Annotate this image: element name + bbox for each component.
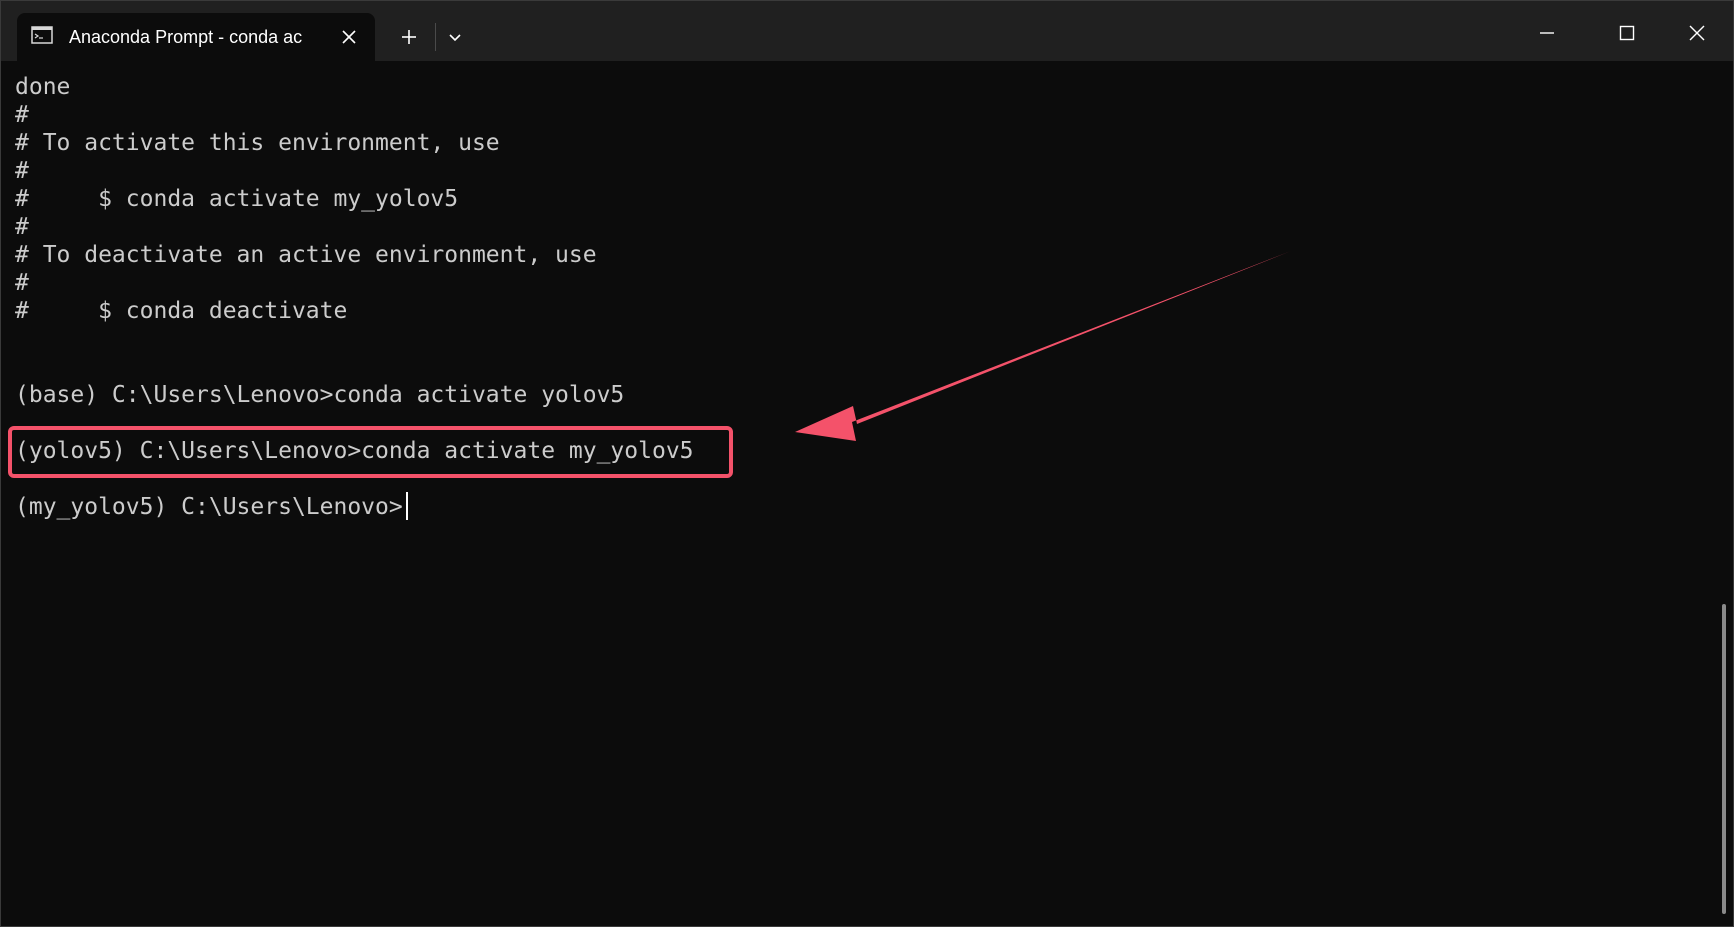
plus-icon[interactable]: [393, 21, 425, 53]
terminal-output[interactable]: done # # To activate this environment, u…: [1, 61, 1733, 926]
terminal-line: # $ conda deactivate: [15, 298, 348, 324]
tab-title: Anaconda Prompt - conda ac: [69, 27, 303, 47]
terminal-line: # To activate this environment, use: [15, 130, 500, 156]
highlight-box: [8, 426, 733, 478]
scrollbar[interactable]: [1722, 604, 1726, 914]
terminal-icon: [31, 26, 53, 44]
terminal-line: # $ conda activate my_yolov5: [15, 186, 459, 212]
close-icon[interactable]: [335, 23, 363, 51]
title-bar[interactable]: Anaconda Prompt - conda ac: [1, 1, 1733, 61]
tab-anaconda-prompt[interactable]: Anaconda Prompt - conda ac: [17, 13, 375, 61]
terminal-line: (base) C:\Users\Lenovo>conda activate yo…: [15, 382, 625, 408]
minimize-icon[interactable]: [1527, 17, 1567, 49]
terminal-line: #: [15, 214, 29, 240]
text-cursor: [406, 492, 408, 520]
terminal-line: done: [15, 74, 71, 100]
tab-divider: [435, 23, 436, 51]
terminal-line: #: [15, 270, 29, 296]
terminal-line: #: [15, 102, 29, 128]
terminal-line: # To deactivate an active environment, u…: [15, 242, 597, 268]
terminal-prompt-line[interactable]: (my_yolov5) C:\Users\Lenovo>: [15, 493, 403, 521]
close-icon[interactable]: [1677, 17, 1717, 49]
terminal-line: #: [15, 158, 29, 184]
terminal-window: Anaconda Prompt - conda ac done # # To a…: [0, 0, 1734, 927]
maximize-icon[interactable]: [1607, 17, 1647, 49]
chevron-down-icon[interactable]: [441, 23, 469, 51]
